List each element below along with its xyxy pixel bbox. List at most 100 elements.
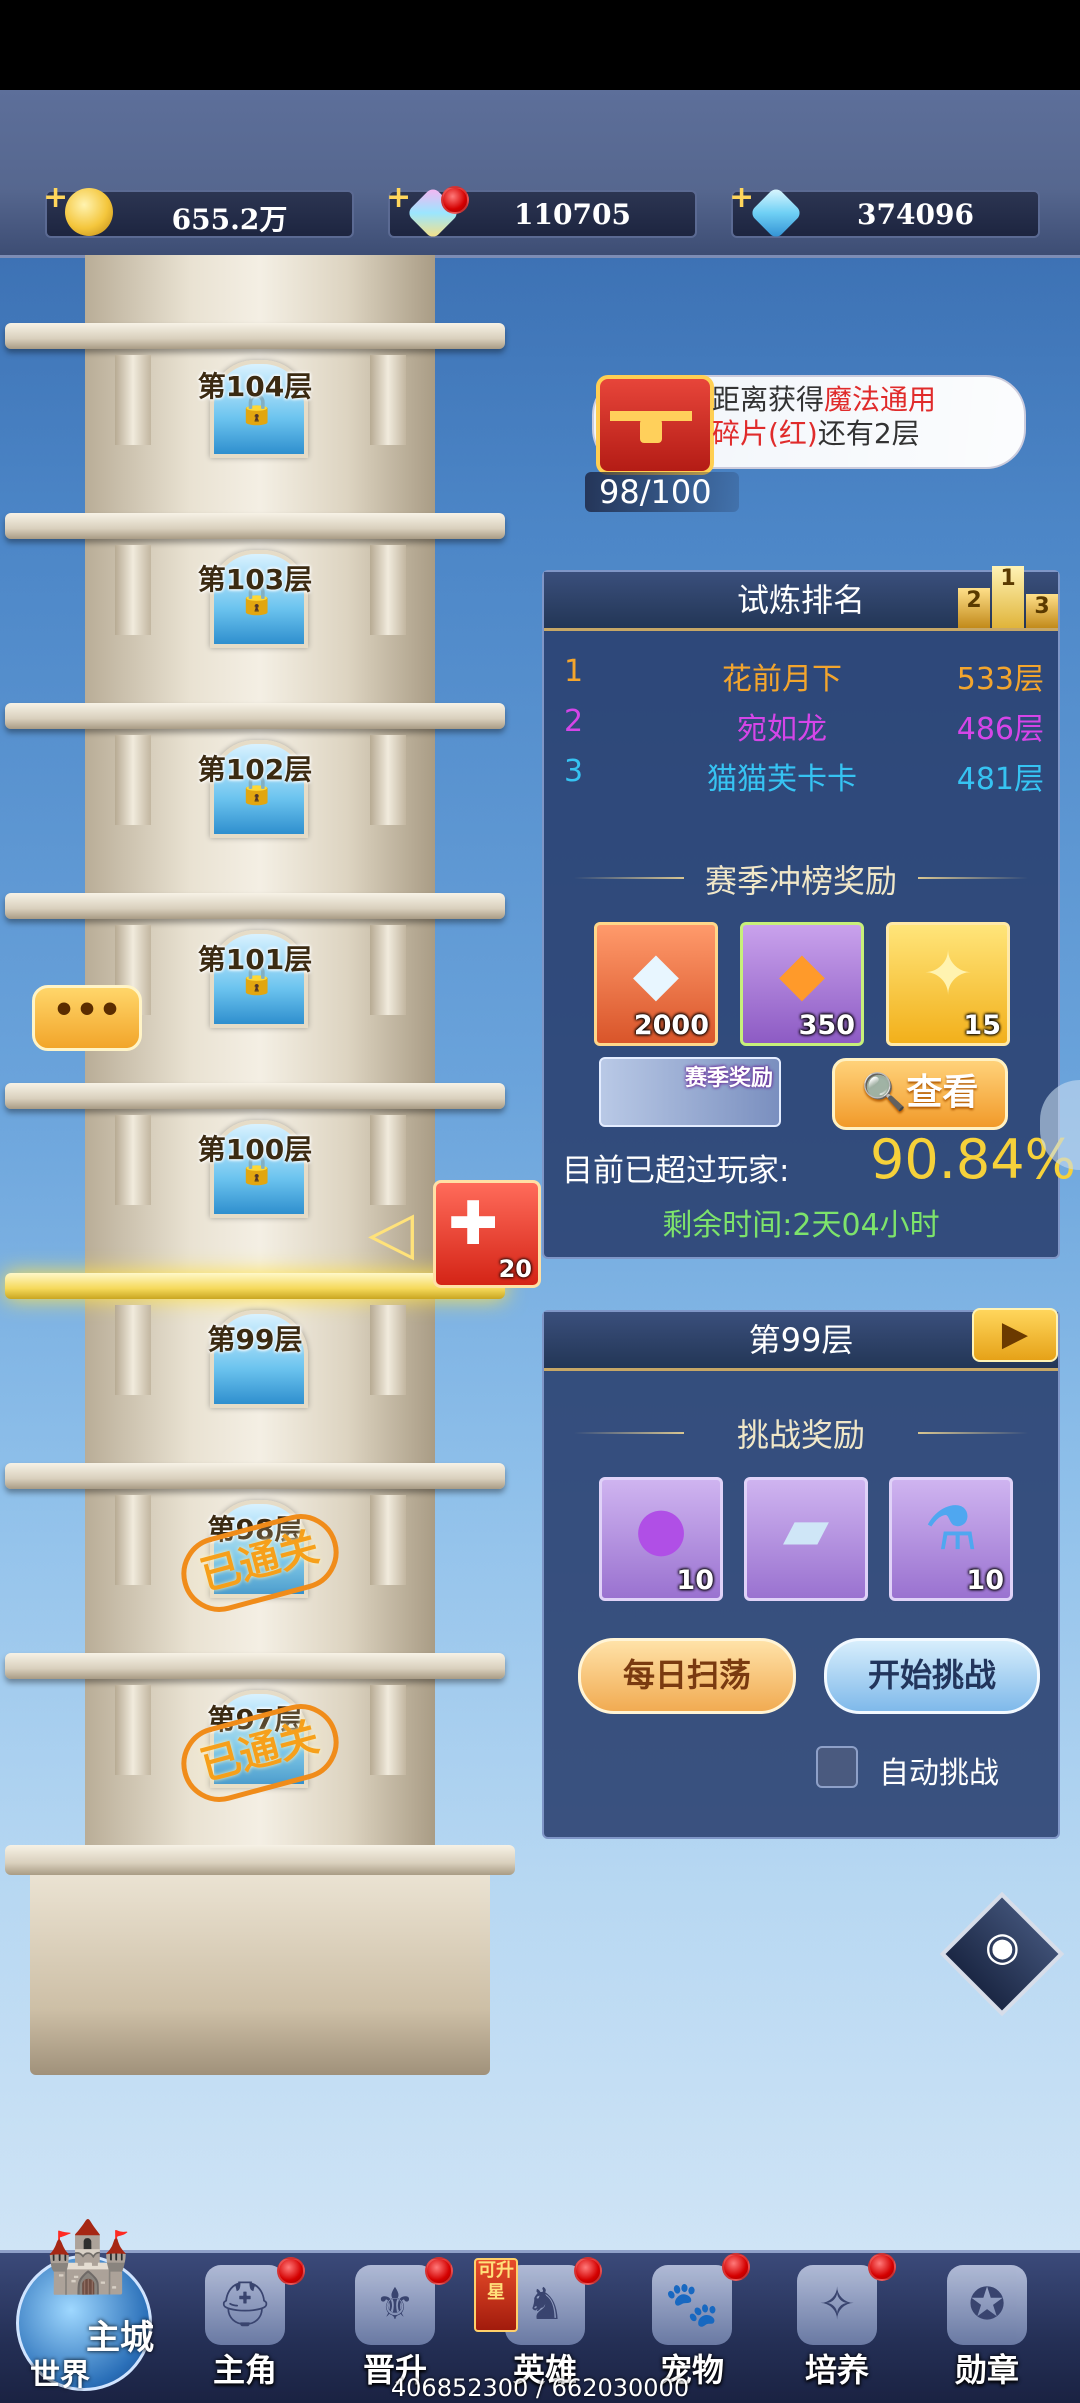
view-button[interactable]: 🔍查看 [832,1058,1008,1130]
floor-104[interactable]: 🔒 第104层 [0,255,510,458]
crystal-currency-bar[interactable]: + 110705 [386,180,697,240]
auto-challenge-checkbox[interactable] [816,1746,858,1788]
floor-ledge [5,323,505,349]
treasure-chest-icon[interactable] [596,375,714,475]
player-floor: 533层 [956,662,1044,697]
blue-diamond-icon [749,186,803,240]
rainbow-diamond-icon: ◆ [632,939,680,1009]
add-diamond-icon[interactable]: + [729,180,754,215]
daily-sweep-button[interactable]: 每日扫荡 [578,1638,796,1714]
player-floor: 481层 [956,762,1044,797]
rank-row-2[interactable]: 2 宛如龙 486层 [564,704,1044,752]
chest-progress: 98/100 [585,472,739,512]
season-badge-text: 赛季奖励 [685,1066,774,1091]
hero-helmet-icon: ⛑ [205,2265,285,2345]
blue-card-icon: ▰ [782,1494,830,1564]
add-crystal-icon[interactable]: + [386,180,411,215]
gold-coin-icon [65,188,113,236]
ranking-panel: 试炼排名 2 1 3 1 花前月下 533层 2 宛如龙 486层 3 猫猫芙卡… [542,566,1076,1259]
castle-icon: 🏰 [44,2215,132,2297]
tower: 🔒 第104层 🔒 第103层 🔒 第102层 🔒 第101层 🔒 第100层 [0,255,520,2075]
crystal-notification-dot [441,186,469,214]
season-reward-title: 赛季冲榜奖励 [704,862,897,900]
remaining-time: 剩余时间:2天04小时 [662,1208,940,1243]
season-reward-slot[interactable]: ✦ 15 [886,922,1010,1046]
pillar [115,735,151,825]
challenge-reward-title: 挑战奖励 [736,1416,865,1454]
exp-progress-text: 406852300 / 662030000 [390,2374,690,2402]
floor-102[interactable]: 🔒 第102层 [0,635,510,838]
puzzle-count: 20 [498,1255,532,1283]
status-bar [0,0,1080,90]
pillar [115,355,151,445]
medal-icon: ✪ [947,2265,1027,2345]
pillar [370,735,406,825]
promotion-icon: ⚜ [355,2265,435,2345]
nav-notification-dot [722,2253,750,2281]
gold-currency-bar[interactable]: + 655.2万 [43,180,354,238]
pillar [370,1305,406,1395]
purple-orb-icon: ● [634,1494,688,1564]
rank-row-1[interactable]: 1 花前月下 533层 [564,654,1044,702]
pillar [370,1685,406,1775]
season-reward-slot[interactable]: ◆ 2000 [594,922,718,1046]
floor-ledge [5,1463,505,1489]
player-floor: 486层 [956,712,1044,747]
podium-icon[interactable]: 2 1 3 [958,562,1058,628]
floor-97[interactable]: 第97层 已通关 [0,1585,510,1811]
start-challenge-button[interactable]: 开始挑战 [824,1638,1040,1714]
navigation-diamond-button[interactable]: ◉ [939,1891,1065,2017]
cultivate-icon: ✧ [797,2265,877,2345]
chest-text-red2: 碎片(红) [712,417,818,450]
nav-notification-dot [425,2257,453,2285]
surpass-label: 目前已超过玩家: [562,1153,790,1189]
rank-number: 1 [564,654,584,689]
video-icon[interactable]: ▶ [972,1308,1058,1362]
daily-sweep-label: 每日扫荡 [622,1656,751,1694]
pillar [370,1115,406,1205]
floor-98[interactable]: 第98层 已通关 [0,1395,510,1621]
floor-103[interactable]: 🔒 第103层 [0,445,510,648]
season-reward-badge[interactable]: 赛季奖励 [599,1057,781,1127]
nav-notification-dot [868,2253,896,2281]
main-city-button[interactable]: 🏰 主城 世界 [8,2215,168,2400]
pet-icon: 🐾 [652,2265,732,2345]
chest-text-red: 魔法通用 [824,383,937,416]
diamond-value: 374096 [857,198,974,231]
upgrade-star-tag: 可升星 [474,2258,518,2332]
golden-flame-icon: ✦ [922,939,974,1009]
season-reward-slot[interactable]: ◆ 350 [740,922,864,1046]
chest-lock [640,419,662,443]
floor-label: 第101层 [197,943,313,976]
challenge-reward-slot[interactable]: ▰ [744,1477,868,1601]
floor-ledge [5,1653,505,1679]
chest-text-b: 还有2层 [817,417,920,450]
diamond-currency-bar[interactable]: + 374096 [729,180,1040,240]
reward-count: 10 [966,1565,1004,1596]
gold-value: 655.2万 [171,203,288,236]
floor-label: 第99层 [207,1323,303,1356]
chat-bubble-icon[interactable]: ••• [32,985,142,1051]
floor-challenge-panel: 第99层 ▶ 挑战奖励 ● 10 ▰ ⚗ 10 每日扫荡 开始挑战 自动挑战 [542,1308,1060,1839]
tower-base [5,1845,515,2075]
challenge-reward-slot[interactable]: ⚗ 10 [889,1477,1013,1601]
floor-ledge [5,513,505,539]
rank-row-3[interactable]: 3 猫猫芙卡卡 481层 [564,754,1044,802]
floor-label: 第102层 [197,753,313,786]
reward-count: 350 [798,1010,855,1041]
player-name: 花前月下 [722,662,842,697]
pillar [115,1495,151,1585]
rank-number: 3 [564,754,584,789]
challenge-reward-slot[interactable]: ● 10 [599,1477,723,1601]
main-city-label: 主城 [86,2318,154,2358]
pillar [115,1685,151,1775]
reward-count: 15 [963,1010,1001,1041]
puzzle-piece-button[interactable]: ✚ 20 [433,1180,541,1288]
view-button-label: 查看 [906,1072,979,1113]
floor-label: 第103层 [197,563,313,596]
auto-challenge-label: 自动挑战 [879,1756,999,1791]
pillar [370,355,406,445]
base-ledge [5,1845,515,1875]
floor-label: 第100层 [197,1133,313,1166]
chest-text-a: 距离获得 [712,383,825,416]
